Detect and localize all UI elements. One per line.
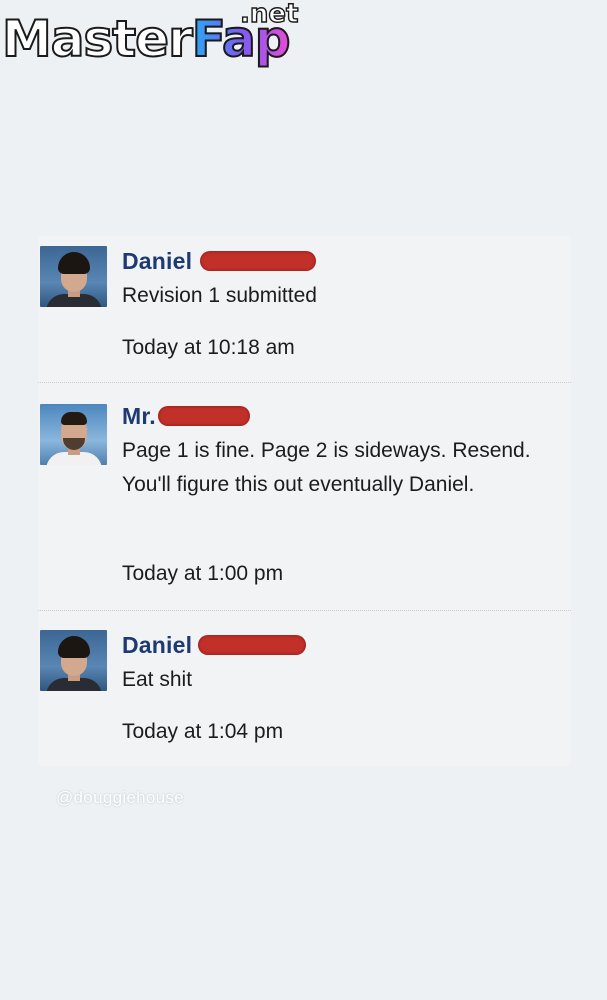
sender-name[interactable]: Daniel — [122, 248, 192, 275]
message-item: Daniel Revision 1 submitted Today at 10:… — [38, 236, 571, 382]
message-timestamp: Today at 1:00 pm — [122, 562, 284, 585]
message-timestamp: Today at 1:04 pm — [122, 720, 284, 743]
watermark-master: Master — [1, 9, 194, 69]
sender-name[interactable]: Mr. — [122, 403, 156, 430]
avatar-hair — [58, 636, 90, 658]
redaction-mark — [157, 406, 250, 426]
redaction-mark — [198, 635, 307, 655]
avatar[interactable] — [40, 630, 107, 691]
redaction-mark — [200, 251, 317, 271]
message-divider — [38, 610, 571, 611]
sender-row: Mr. — [122, 401, 250, 431]
message-text: Eat shit — [122, 668, 193, 691]
message-text: Page 1 is fine. Page 2 is sideways. Rese… — [122, 439, 531, 496]
credit-watermark: @douggiehouse — [56, 788, 184, 807]
message-thread: Daniel Revision 1 submitted Today at 10:… — [38, 236, 571, 766]
message-timestamp: Today at 10:18 am — [122, 336, 295, 359]
message-item: Daniel Eat shit Today at 1:04 pm — [38, 612, 571, 766]
avatar-hair — [61, 412, 87, 425]
avatar[interactable] — [40, 246, 107, 307]
watermark-logo: MasterFap .net — [0, 0, 310, 80]
avatar-hair — [58, 252, 90, 274]
message-divider — [38, 382, 571, 383]
sender-row: Daniel — [122, 246, 317, 276]
message-item: Mr. Page 1 is fine. Page 2 is sideways. … — [38, 384, 571, 610]
watermark-suffix: .net — [239, 0, 299, 29]
sender-row: Daniel — [122, 630, 307, 660]
avatar[interactable] — [40, 404, 107, 465]
sender-name[interactable]: Daniel — [122, 632, 192, 659]
message-text: Revision 1 submitted — [122, 284, 317, 307]
avatar-beard — [63, 438, 85, 450]
